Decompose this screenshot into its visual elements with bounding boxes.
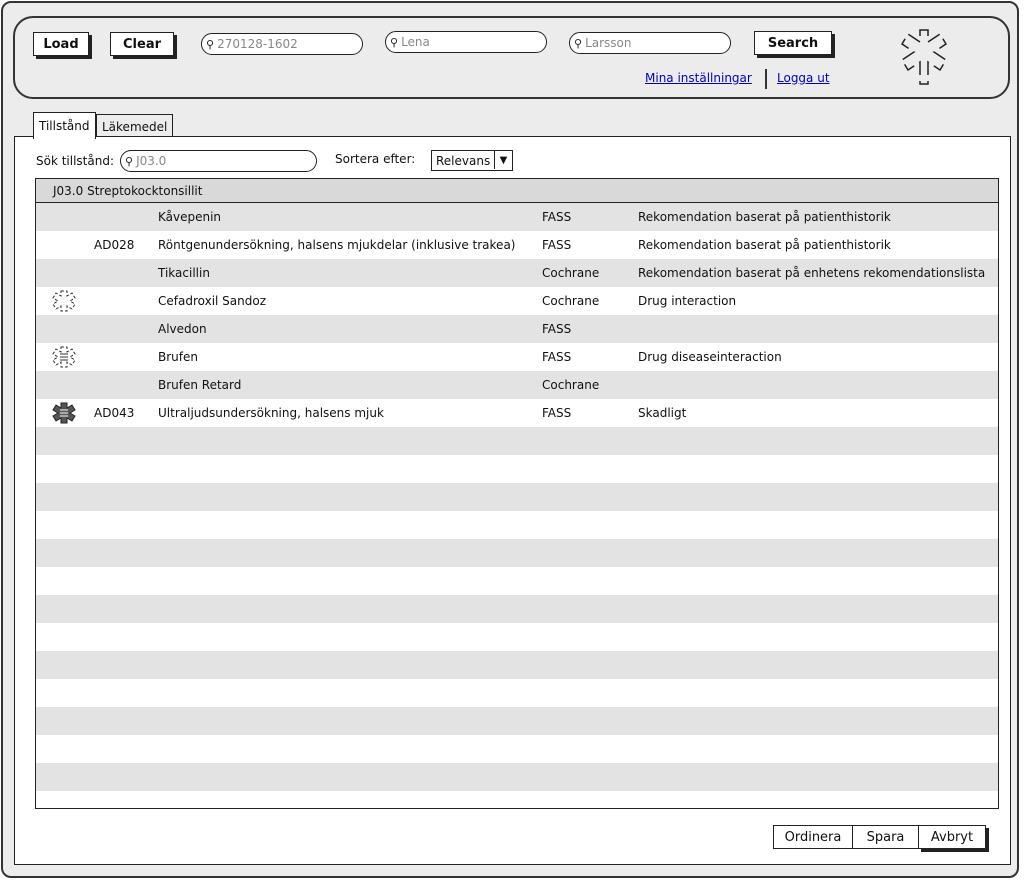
table-row[interactable]: Kåvepenin FASS Rekomendation baserat på pa… xyxy=(36,203,998,231)
table-row-empty xyxy=(36,651,998,679)
load-button[interactable]: Load xyxy=(33,32,89,56)
row-source: FASS xyxy=(542,238,572,252)
row-name: Tikacillin xyxy=(158,266,210,280)
table-row-empty xyxy=(36,511,998,539)
search-icon: ⚲ xyxy=(125,154,134,168)
group-header[interactable]: J03.0 Streptokocktonsillit xyxy=(36,179,998,203)
search-icon: ⚲ xyxy=(574,36,583,50)
personnummer-search-field[interactable]: ⚲ 270128-1602 xyxy=(201,33,363,55)
search-button[interactable]: Search xyxy=(754,31,832,55)
row-recommendation: Drug interaction xyxy=(638,294,737,308)
row-name: Kåvepenin xyxy=(158,210,222,224)
sort-label: Sortera efter: xyxy=(335,152,416,166)
last-name-value: Larsson xyxy=(585,36,632,50)
row-source: Cochrane xyxy=(542,378,600,392)
row-recommendation: Rekomendation baserat på patienthistorik xyxy=(638,210,891,224)
table-row[interactable]: Alvedon FASS xyxy=(36,315,998,343)
condition-search-value: J03.0 xyxy=(136,154,167,168)
table-row-empty xyxy=(36,483,998,511)
save-button[interactable]: Spara xyxy=(852,825,919,849)
row-source: Cochrane xyxy=(542,294,600,308)
table-row-empty xyxy=(36,567,998,595)
row-name: Ultraljudsundersökning, halsens mjuk xyxy=(158,406,384,420)
row-recommendation: Rekomendation baserat på enhetens rekome… xyxy=(638,266,986,280)
row-recommendation: Rekomendation baserat på patienthistorik xyxy=(638,238,891,252)
link-divider xyxy=(765,69,767,89)
warning-outline-icon xyxy=(51,287,81,315)
table-row-empty xyxy=(36,707,998,735)
table-row-empty xyxy=(36,427,998,455)
chevron-down-icon[interactable]: ▼ xyxy=(494,151,512,169)
table-row-empty xyxy=(36,623,998,651)
row-icon-empty xyxy=(51,231,81,259)
sort-select-value: Relevans xyxy=(436,153,491,168)
first-name-search-field[interactable]: ⚲ Lena xyxy=(385,31,547,53)
logout-link[interactable]: Logga ut xyxy=(777,71,830,85)
table-row[interactable]: AD028 Röntgenundersökning, halsens mjukde… xyxy=(36,231,998,259)
search-icon: ⚲ xyxy=(390,35,399,49)
last-name-search-field[interactable]: ⚲ Larsson xyxy=(569,32,731,54)
cancel-button[interactable]: Avbryt xyxy=(918,825,986,849)
table-body: Kåvepenin FASS Rekomendation baserat på pa… xyxy=(36,203,998,791)
personnummer-value: 270128-1602 xyxy=(217,37,298,51)
row-name: Brufen xyxy=(158,350,198,364)
row-source: FASS xyxy=(542,350,572,364)
warning-lines-icon xyxy=(51,343,81,371)
table-row-empty xyxy=(36,679,998,707)
table-row[interactable]: Tikacillin Cochrane Rekomendation baserat … xyxy=(36,259,998,287)
patient-toolbar xyxy=(13,16,1010,99)
row-name: Cefadroxil Sandoz xyxy=(158,294,267,308)
table-row-empty xyxy=(36,763,998,791)
results-table: J03.0 Streptokocktonsillit Kåvepenin FASS… xyxy=(35,178,999,809)
tab-tillstand[interactable]: Tillstånd xyxy=(33,112,96,139)
condition-search-input[interactable]: ⚲ J03.0 xyxy=(120,150,317,172)
row-icon-empty xyxy=(51,203,81,231)
order-button[interactable]: Ordinera xyxy=(773,825,853,849)
row-recommendation: Skadligt xyxy=(638,406,687,420)
settings-link[interactable]: Mina inställningar xyxy=(645,71,752,85)
table-row-empty xyxy=(36,595,998,623)
table-row[interactable]: Brufen Retard Cochrane xyxy=(36,371,998,399)
table-row-empty xyxy=(36,455,998,483)
row-source: FASS xyxy=(542,322,572,336)
search-icon: ⚲ xyxy=(206,37,215,51)
row-source: FASS xyxy=(542,210,572,224)
row-code: AD043 xyxy=(94,406,135,420)
table-row-empty xyxy=(36,735,998,763)
warning-filled-icon xyxy=(51,399,81,427)
sort-select[interactable]: Relevans ▼ xyxy=(431,150,513,171)
row-name: Röntgenundersökning, halsens mjukdelar (… xyxy=(158,238,516,252)
table-row-empty xyxy=(36,539,998,567)
row-source: FASS xyxy=(542,406,572,420)
first-name-value: Lena xyxy=(401,35,430,49)
condition-search-label: Sök tillstånd: xyxy=(36,154,115,168)
row-icon-empty xyxy=(51,371,81,399)
row-name: Alvedon xyxy=(158,322,207,336)
row-icon-empty xyxy=(51,259,81,287)
row-recommendation: Drug diseaseinteraction xyxy=(638,350,782,364)
table-row[interactable]: AD043 Ultraljudsundersökning, halsens mju… xyxy=(36,399,998,427)
tab-lakemedel[interactable]: Läkemedel xyxy=(96,114,174,138)
row-icon-empty xyxy=(51,315,81,343)
row-source: Cochrane xyxy=(542,266,600,280)
row-name: Brufen Retard xyxy=(158,378,242,392)
table-row[interactable]: Brufen FASS Drug diseaseinteraction xyxy=(36,343,998,371)
table-row[interactable]: Cefadroxil Sandoz Cochrane Drug interactio… xyxy=(36,287,998,315)
row-code: AD028 xyxy=(94,238,135,252)
star-of-life-icon xyxy=(900,29,948,85)
clear-button[interactable]: Clear xyxy=(110,32,174,56)
